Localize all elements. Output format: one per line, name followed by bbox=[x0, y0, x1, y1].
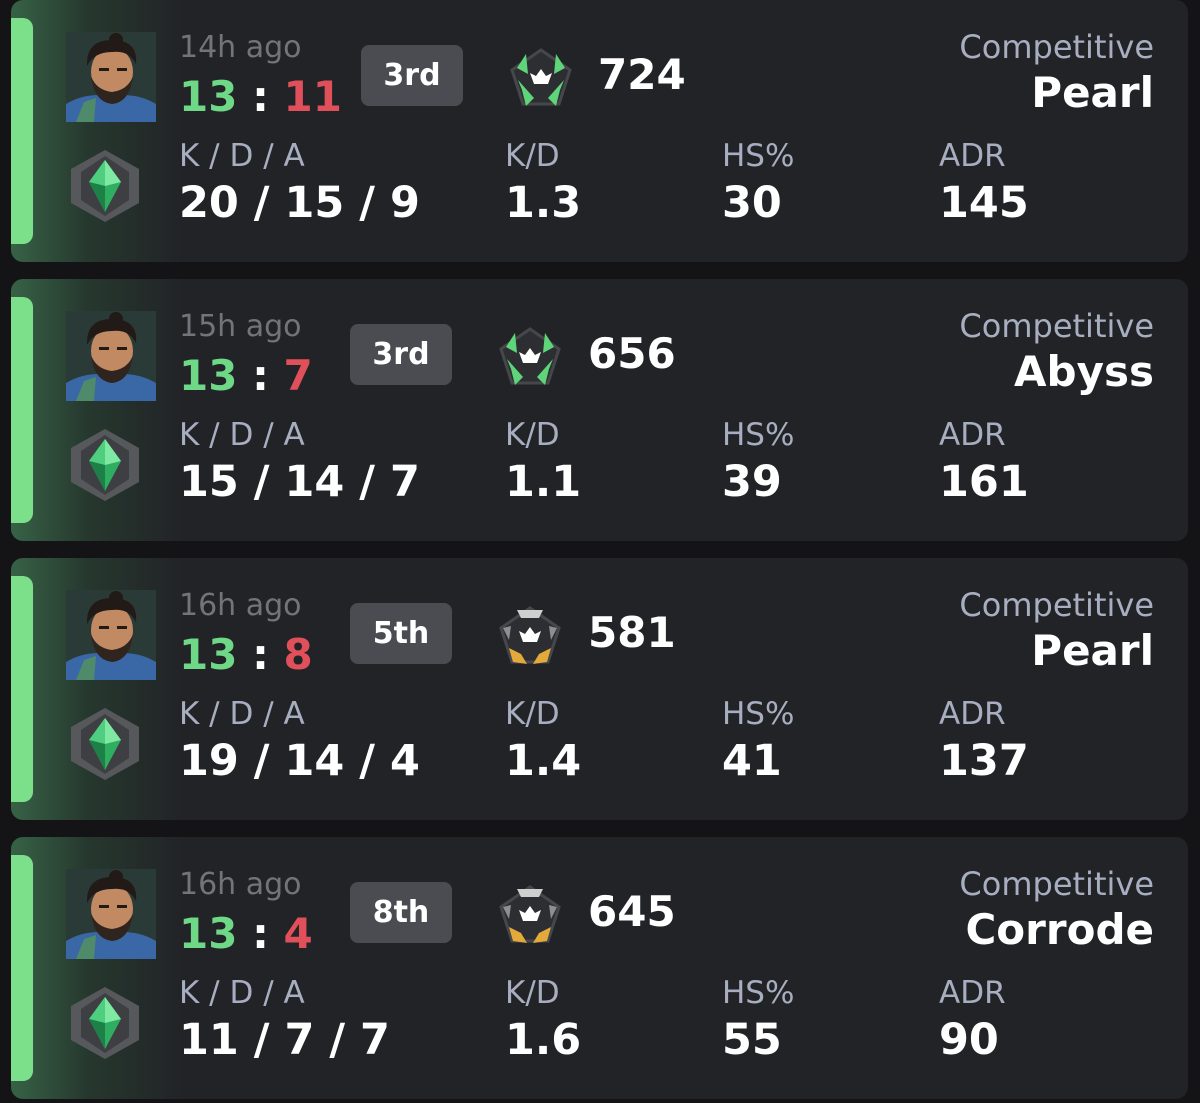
hs-value: 39 bbox=[722, 457, 782, 507]
map-name: Abyss bbox=[1014, 347, 1154, 396]
score-for: 13 bbox=[179, 630, 238, 679]
adr-value: 145 bbox=[939, 178, 1029, 228]
kd-value: 1.1 bbox=[505, 457, 582, 507]
score-for: 13 bbox=[179, 909, 238, 958]
result-bar bbox=[11, 18, 33, 244]
score-against: 4 bbox=[283, 909, 313, 958]
score-against: 8 bbox=[283, 630, 313, 679]
kda-label: K / D / A bbox=[179, 696, 305, 732]
kd-label: K/D bbox=[505, 696, 560, 732]
rr-tier-gold-icon bbox=[497, 604, 563, 668]
match-score: 13 : 7 bbox=[179, 351, 313, 400]
hs-value: 30 bbox=[722, 178, 782, 228]
rank-gem-icon bbox=[69, 985, 141, 1061]
placement-badge: 5th bbox=[350, 603, 452, 664]
placement-badge: 8th bbox=[350, 882, 452, 943]
kd-value: 1.6 bbox=[505, 1015, 582, 1065]
result-bar bbox=[11, 576, 33, 802]
hs-label: HS% bbox=[722, 417, 795, 453]
match-score: 13 : 11 bbox=[179, 72, 342, 121]
kda-value: 20 / 15 / 9 bbox=[179, 178, 420, 228]
match-card[interactable]: 15h ago 13 : 7 3rd 656 Competitive Abyss… bbox=[11, 279, 1188, 541]
score-separator: : bbox=[252, 351, 269, 400]
score-separator: : bbox=[252, 72, 269, 121]
rr-value: 724 bbox=[598, 50, 686, 99]
hs-value: 55 bbox=[722, 1015, 782, 1065]
rank-gem-icon bbox=[69, 148, 141, 224]
match-score: 13 : 4 bbox=[179, 909, 313, 958]
score-for: 13 bbox=[179, 351, 238, 400]
kda-value: 15 / 14 / 7 bbox=[179, 457, 420, 507]
adr-label: ADR bbox=[939, 696, 1006, 732]
result-bar bbox=[11, 297, 33, 523]
rr-tier-gold-icon bbox=[497, 883, 563, 947]
rr-value: 645 bbox=[588, 887, 676, 936]
adr-value: 161 bbox=[939, 457, 1029, 507]
agent-avatar-icon bbox=[66, 869, 156, 959]
adr-label: ADR bbox=[939, 417, 1006, 453]
hs-label: HS% bbox=[722, 975, 795, 1011]
hs-value: 41 bbox=[722, 736, 782, 786]
agent-avatar-icon bbox=[66, 590, 156, 680]
game-mode: Competitive bbox=[959, 28, 1154, 66]
rank-gem-icon bbox=[69, 706, 141, 782]
score-for: 13 bbox=[179, 72, 238, 121]
rr-value: 581 bbox=[588, 608, 676, 657]
match-time: 16h ago bbox=[179, 867, 302, 902]
agent-avatar-icon bbox=[66, 311, 156, 401]
kd-label: K/D bbox=[505, 138, 560, 174]
match-time: 15h ago bbox=[179, 309, 302, 344]
hs-label: HS% bbox=[722, 696, 795, 732]
kda-value: 11 / 7 / 7 bbox=[179, 1015, 390, 1065]
hs-label: HS% bbox=[722, 138, 795, 174]
match-time: 16h ago bbox=[179, 588, 302, 623]
kda-label: K / D / A bbox=[179, 417, 305, 453]
kd-label: K/D bbox=[505, 975, 560, 1011]
adr-value: 137 bbox=[939, 736, 1029, 786]
rr-value: 656 bbox=[588, 329, 676, 378]
kda-label: K / D / A bbox=[179, 975, 305, 1011]
game-mode: Competitive bbox=[959, 586, 1154, 624]
adr-label: ADR bbox=[939, 138, 1006, 174]
kda-label: K / D / A bbox=[179, 138, 305, 174]
map-name: Pearl bbox=[1031, 68, 1154, 117]
kd-value: 1.3 bbox=[505, 178, 582, 228]
map-name: Pearl bbox=[1031, 626, 1154, 675]
map-name: Corrode bbox=[965, 905, 1154, 954]
rr-tier-green-icon bbox=[497, 325, 563, 389]
match-card[interactable]: 16h ago 13 : 8 5th 581 Competitive Pearl… bbox=[11, 558, 1188, 820]
match-card[interactable]: 14h ago 13 : 11 3rd 724 Competitive Pear… bbox=[11, 0, 1188, 262]
score-against: 7 bbox=[283, 351, 313, 400]
kd-label: K/D bbox=[505, 417, 560, 453]
agent-avatar-icon bbox=[66, 32, 156, 122]
score-separator: : bbox=[252, 909, 269, 958]
rr-tier-green-icon bbox=[508, 46, 574, 110]
adr-label: ADR bbox=[939, 975, 1006, 1011]
match-card[interactable]: 16h ago 13 : 4 8th 645 Competitive Corro… bbox=[11, 837, 1188, 1099]
kda-value: 19 / 14 / 4 bbox=[179, 736, 420, 786]
rank-gem-icon bbox=[69, 427, 141, 503]
placement-badge: 3rd bbox=[361, 45, 463, 106]
game-mode: Competitive bbox=[959, 865, 1154, 903]
result-bar bbox=[11, 855, 33, 1081]
game-mode: Competitive bbox=[959, 307, 1154, 345]
kd-value: 1.4 bbox=[505, 736, 582, 786]
match-time: 14h ago bbox=[179, 30, 302, 65]
score-separator: : bbox=[252, 630, 269, 679]
adr-value: 90 bbox=[939, 1015, 999, 1065]
match-score: 13 : 8 bbox=[179, 630, 313, 679]
placement-badge: 3rd bbox=[350, 324, 452, 385]
score-against: 11 bbox=[283, 72, 342, 121]
